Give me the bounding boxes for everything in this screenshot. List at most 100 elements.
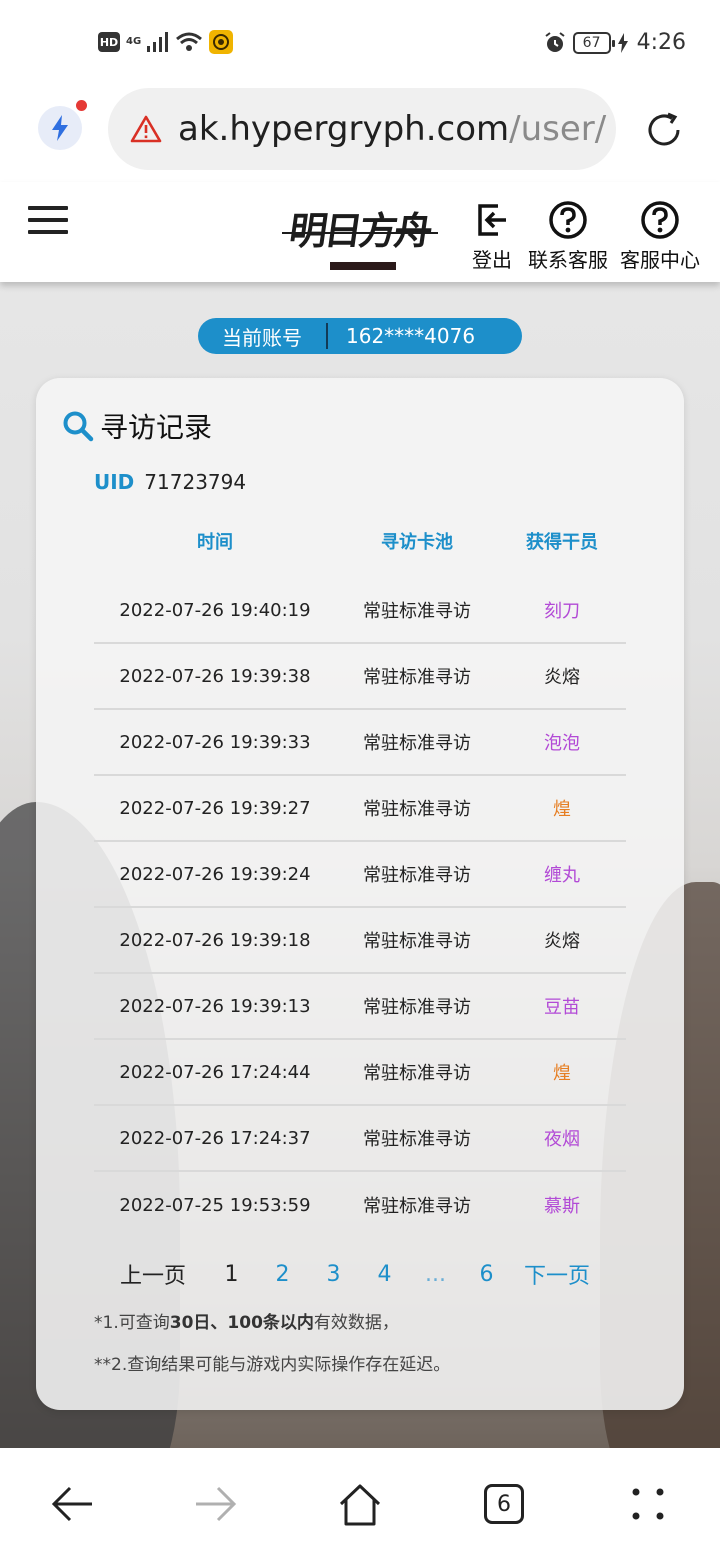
card-title: 寻访记录 [62, 406, 212, 446]
help-icon [641, 201, 679, 239]
help-center-button[interactable]: 客服中心 [620, 200, 700, 273]
clock: 4:26 [636, 30, 686, 55]
contact-support-button[interactable]: 联系客服 [528, 200, 608, 273]
cell-time: 2022-07-26 19:39:13 [119, 995, 311, 1017]
uid-label: UID [94, 470, 135, 494]
cell-operator: 泡泡 [544, 733, 580, 754]
table-row: 2022-07-26 19:39:27 常驻标准寻访 煌 [94, 776, 626, 842]
table-row: 2022-07-26 19:39:38 常驻标准寻访 炎熔 [94, 644, 626, 710]
note-1: *1.可查询30日、100条以内有效数据， [94, 1308, 399, 1333]
page-ellipsis: ... [425, 1261, 446, 1287]
cell-time: 2022-07-26 19:39:38 [119, 665, 311, 687]
url-host: ak.hypergryph.com [178, 109, 510, 149]
site-header: 明日方舟 登出 联系客服 客服中心 [0, 182, 720, 282]
logout-button[interactable]: 登出 [472, 200, 512, 273]
account-label: 当前账号 [222, 325, 302, 350]
record-table: 时间 寻访卡池 获得干员 2022-07-26 19:40:19 常驻标准寻访 刻刀… [94, 524, 626, 1238]
prev-page-button[interactable]: 上一页 [120, 1258, 186, 1290]
page-1[interactable]: 1 [206, 1262, 257, 1287]
cell-pool: 常驻标准寻访 [363, 667, 471, 688]
browser-bottom-nav: 6 [0, 1448, 720, 1560]
column-header-time: 时间 [197, 532, 233, 553]
cell-pool: 常驻标准寻访 [363, 601, 471, 622]
home-icon [339, 1484, 381, 1526]
tab-count: 6 [484, 1484, 524, 1524]
table-header: 时间 寻访卡池 获得干员 [94, 524, 626, 558]
browser-toolbar: ak.hypergryph.com/user/ [0, 88, 720, 182]
page-4[interactable]: 4 [359, 1262, 410, 1287]
cell-pool: 常驻标准寻访 [363, 799, 471, 820]
notification-dot [76, 100, 87, 111]
home-button[interactable] [336, 1480, 384, 1528]
column-header-operator: 获得干员 [526, 532, 598, 553]
uid-value: 71723794 [144, 470, 247, 494]
menu-line [28, 206, 68, 210]
reload-button[interactable] [642, 108, 686, 152]
next-page-button[interactable]: 下一页 [524, 1258, 590, 1290]
cell-operator: 夜烟 [544, 1129, 580, 1150]
cell-operator: 炎熔 [544, 667, 580, 688]
cell-pool: 常驻标准寻访 [363, 1129, 471, 1150]
uid-row: UID 71723794 [94, 470, 246, 494]
page-2[interactable]: 2 [257, 1262, 308, 1287]
current-account-badge: 当前账号 162****4076 [198, 318, 522, 354]
address-bar[interactable]: ak.hypergryph.com/user/ [108, 88, 616, 170]
help-icon [549, 201, 587, 239]
cell-operator: 慕斯 [544, 1196, 580, 1217]
cell-time: 2022-07-26 19:39:33 [119, 731, 311, 753]
note-1-count: 100条以内 [227, 1313, 314, 1333]
table-row: 2022-07-26 19:39:33 常驻标准寻访 泡泡 [94, 710, 626, 776]
table-row: 2022-07-26 17:24:37 常驻标准寻访 夜烟 [94, 1106, 626, 1172]
table-row: 2022-07-25 19:53:59 常驻标准寻访 慕斯 [94, 1172, 626, 1238]
more-options-button[interactable] [624, 1480, 672, 1528]
hd-badge: HD [98, 32, 120, 52]
cell-operator: 刻刀 [544, 601, 580, 622]
url-text: ak.hypergryph.com/user/ [178, 109, 606, 149]
signal-icon [147, 32, 169, 52]
wifi-icon [176, 32, 203, 51]
tabs-button[interactable]: 6 [480, 1480, 528, 1528]
cell-operator: 炎熔 [544, 931, 580, 952]
cell-time: 2022-07-26 19:39:24 [119, 863, 311, 885]
note-2: **2.查询结果可能与游戏内实际操作存在延迟。 [94, 1355, 451, 1375]
cell-pool: 常驻标准寻访 [363, 1063, 471, 1084]
table-row: 2022-07-26 19:40:19 常驻标准寻访 刻刀 [94, 578, 626, 644]
menu-line [28, 230, 68, 234]
cell-operator: 煌 [553, 799, 571, 820]
menu-button[interactable] [28, 206, 68, 238]
cell-pool: 常驻标准寻访 [363, 931, 471, 952]
cell-operator: 煌 [553, 1063, 571, 1084]
status-bar: HD 4G 67 4:26 [0, 0, 720, 88]
charging-icon [617, 32, 628, 53]
app-notification-icon [209, 30, 234, 54]
forward-button[interactable] [192, 1480, 240, 1528]
warning-icon[interactable] [130, 115, 162, 143]
cell-operator: 豆苗 [544, 997, 580, 1018]
alarm-icon [544, 31, 565, 52]
table-row: 2022-07-26 19:39:18 常驻标准寻访 炎熔 [94, 908, 626, 974]
page-6[interactable]: 6 [461, 1262, 512, 1287]
logo-text: 明日方舟 [286, 208, 433, 253]
menu-line [28, 218, 68, 222]
cell-pool: 常驻标准寻访 [363, 733, 471, 754]
table-row: 2022-07-26 19:39:24 常驻标准寻访 缠丸 [94, 842, 626, 908]
table-row: 2022-07-26 19:39:13 常驻标准寻访 豆苗 [94, 974, 626, 1040]
quick-action-button[interactable] [38, 106, 82, 150]
note-1-sep: 、 [210, 1313, 228, 1333]
battery-indicator: 67 [572, 31, 615, 54]
cell-pool: 常驻标准寻访 [363, 865, 471, 886]
arrow-left-icon [51, 1486, 92, 1522]
cell-time: 2022-07-26 19:40:19 [119, 599, 311, 621]
cell-time: 2022-07-26 19:39:27 [119, 797, 311, 819]
back-button[interactable] [48, 1480, 96, 1528]
help-center-label: 客服中心 [620, 248, 700, 272]
logout-icon [478, 204, 506, 236]
note-1-days: 30日 [169, 1313, 211, 1333]
search-icon [63, 411, 94, 442]
site-logo[interactable]: 明日方舟 [282, 190, 438, 272]
cell-time: 2022-07-26 17:24:44 [119, 1061, 311, 1083]
cell-time: 2022-07-25 19:53:59 [119, 1194, 311, 1216]
page-3[interactable]: 3 [308, 1262, 359, 1287]
arrow-right-icon [196, 1486, 237, 1522]
bolt-icon [52, 115, 68, 141]
